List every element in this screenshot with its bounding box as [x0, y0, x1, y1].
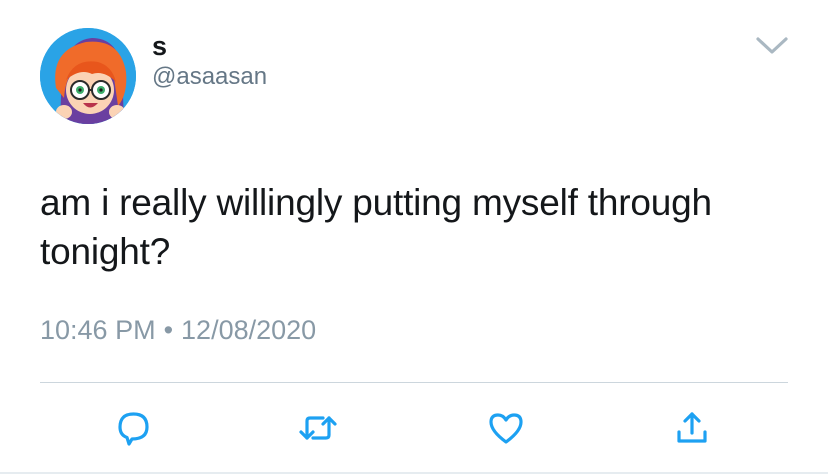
meta-separator: • [163, 315, 174, 345]
chevron-down-icon[interactable] [754, 32, 790, 60]
share-button[interactable] [672, 408, 712, 448]
tweet-timestamp[interactable]: 10:46 PM • 12/08/2020 [40, 310, 316, 350]
reply-icon [118, 412, 149, 446]
tweet-date: 12/08/2020 [181, 315, 317, 345]
share-icon [677, 412, 707, 443]
display-name[interactable]: s [152, 30, 167, 62]
avatar-image [40, 28, 136, 124]
tweet-text: am i really willingly putting myself thr… [40, 182, 712, 272]
heart-icon [489, 413, 523, 444]
like-button[interactable] [486, 408, 526, 448]
retweet-button[interactable] [298, 408, 338, 448]
avatar[interactable] [40, 28, 136, 124]
reply-button[interactable] [114, 408, 154, 448]
divider [40, 382, 788, 383]
retweet-icon [299, 416, 337, 440]
user-handle[interactable]: @asaasan [152, 62, 267, 92]
tweet-time: 10:46 PM [40, 315, 156, 345]
